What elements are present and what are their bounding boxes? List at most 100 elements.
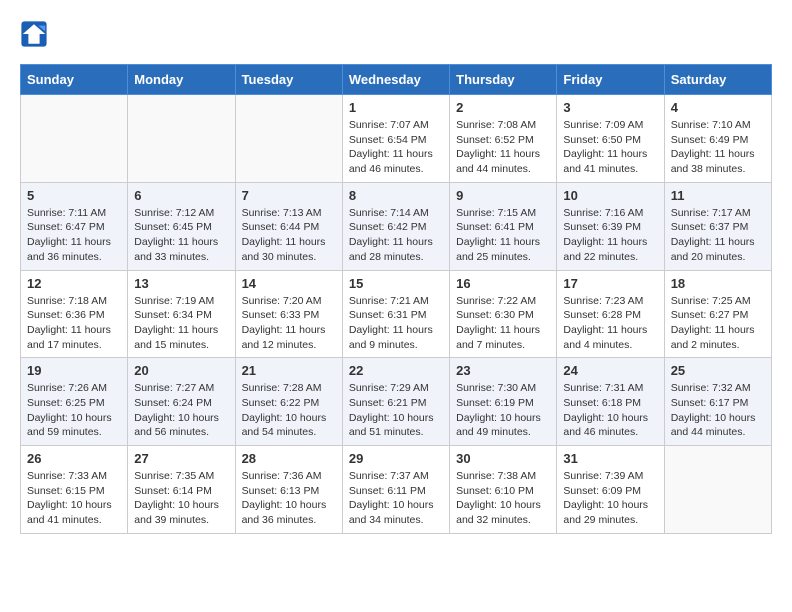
day-info: Sunrise: 7:13 AM Sunset: 6:44 PM Dayligh… xyxy=(242,206,336,265)
day-info: Sunrise: 7:14 AM Sunset: 6:42 PM Dayligh… xyxy=(349,206,443,265)
day-number: 29 xyxy=(349,451,443,466)
day-info: Sunrise: 7:27 AM Sunset: 6:24 PM Dayligh… xyxy=(134,381,228,440)
calendar-cell: 13 Sunrise: 7:19 AM Sunset: 6:34 PM Dayli… xyxy=(128,270,235,358)
day-number: 6 xyxy=(134,188,228,203)
day-number: 17 xyxy=(563,276,657,291)
logo-icon xyxy=(20,20,48,48)
calendar-cell xyxy=(128,95,235,183)
day-info: Sunrise: 7:38 AM Sunset: 6:10 PM Dayligh… xyxy=(456,469,550,528)
day-info: Sunrise: 7:12 AM Sunset: 6:45 PM Dayligh… xyxy=(134,206,228,265)
day-number: 27 xyxy=(134,451,228,466)
calendar-cell: 25 Sunrise: 7:32 AM Sunset: 6:17 PM Dayli… xyxy=(664,358,771,446)
calendar-cell: 20 Sunrise: 7:27 AM Sunset: 6:24 PM Dayli… xyxy=(128,358,235,446)
calendar-cell: 27 Sunrise: 7:35 AM Sunset: 6:14 PM Dayli… xyxy=(128,446,235,534)
calendar-cell: 1 Sunrise: 7:07 AM Sunset: 6:54 PM Daylig… xyxy=(342,95,449,183)
calendar-cell: 15 Sunrise: 7:21 AM Sunset: 6:31 PM Dayli… xyxy=(342,270,449,358)
day-number: 21 xyxy=(242,363,336,378)
day-info: Sunrise: 7:17 AM Sunset: 6:37 PM Dayligh… xyxy=(671,206,765,265)
day-info: Sunrise: 7:33 AM Sunset: 6:15 PM Dayligh… xyxy=(27,469,121,528)
day-number: 16 xyxy=(456,276,550,291)
calendar-cell xyxy=(235,95,342,183)
day-info: Sunrise: 7:36 AM Sunset: 6:13 PM Dayligh… xyxy=(242,469,336,528)
day-info: Sunrise: 7:18 AM Sunset: 6:36 PM Dayligh… xyxy=(27,294,121,353)
logo xyxy=(20,20,50,48)
day-info: Sunrise: 7:07 AM Sunset: 6:54 PM Dayligh… xyxy=(349,118,443,177)
day-number: 2 xyxy=(456,100,550,115)
calendar-cell: 19 Sunrise: 7:26 AM Sunset: 6:25 PM Dayli… xyxy=(21,358,128,446)
day-info: Sunrise: 7:25 AM Sunset: 6:27 PM Dayligh… xyxy=(671,294,765,353)
day-info: Sunrise: 7:32 AM Sunset: 6:17 PM Dayligh… xyxy=(671,381,765,440)
day-number: 18 xyxy=(671,276,765,291)
calendar-cell: 24 Sunrise: 7:31 AM Sunset: 6:18 PM Dayli… xyxy=(557,358,664,446)
day-info: Sunrise: 7:19 AM Sunset: 6:34 PM Dayligh… xyxy=(134,294,228,353)
day-info: Sunrise: 7:30 AM Sunset: 6:19 PM Dayligh… xyxy=(456,381,550,440)
day-number: 8 xyxy=(349,188,443,203)
day-number: 25 xyxy=(671,363,765,378)
calendar-cell: 11 Sunrise: 7:17 AM Sunset: 6:37 PM Dayli… xyxy=(664,182,771,270)
calendar-cell: 3 Sunrise: 7:09 AM Sunset: 6:50 PM Daylig… xyxy=(557,95,664,183)
col-header-monday: Monday xyxy=(128,65,235,95)
col-header-tuesday: Tuesday xyxy=(235,65,342,95)
calendar-cell: 29 Sunrise: 7:37 AM Sunset: 6:11 PM Dayli… xyxy=(342,446,449,534)
day-number: 19 xyxy=(27,363,121,378)
calendar-cell: 16 Sunrise: 7:22 AM Sunset: 6:30 PM Dayli… xyxy=(450,270,557,358)
calendar-cell xyxy=(664,446,771,534)
day-number: 11 xyxy=(671,188,765,203)
page-header xyxy=(20,20,772,48)
col-header-friday: Friday xyxy=(557,65,664,95)
col-header-thursday: Thursday xyxy=(450,65,557,95)
calendar-cell: 12Sunrise: 7:18 AM Sunset: 6:36 PM Dayli… xyxy=(21,270,128,358)
day-info: Sunrise: 7:37 AM Sunset: 6:11 PM Dayligh… xyxy=(349,469,443,528)
calendar-cell: 30 Sunrise: 7:38 AM Sunset: 6:10 PM Dayli… xyxy=(450,446,557,534)
calendar-cell: 4 Sunrise: 7:10 AM Sunset: 6:49 PM Daylig… xyxy=(664,95,771,183)
day-number: 26 xyxy=(27,451,121,466)
day-number: 3 xyxy=(563,100,657,115)
day-number: 13 xyxy=(134,276,228,291)
day-number: 1 xyxy=(349,100,443,115)
day-number: 7 xyxy=(242,188,336,203)
calendar-cell xyxy=(21,95,128,183)
day-info: Sunrise: 7:09 AM Sunset: 6:50 PM Dayligh… xyxy=(563,118,657,177)
day-info: Sunrise: 7:22 AM Sunset: 6:30 PM Dayligh… xyxy=(456,294,550,353)
calendar-cell: 5Sunrise: 7:11 AM Sunset: 6:47 PM Daylig… xyxy=(21,182,128,270)
day-info: Sunrise: 7:21 AM Sunset: 6:31 PM Dayligh… xyxy=(349,294,443,353)
calendar-cell: 22Sunrise: 7:29 AM Sunset: 6:21 PM Dayli… xyxy=(342,358,449,446)
calendar-cell: 23 Sunrise: 7:30 AM Sunset: 6:19 PM Dayli… xyxy=(450,358,557,446)
day-info: Sunrise: 7:15 AM Sunset: 6:41 PM Dayligh… xyxy=(456,206,550,265)
calendar-cell: 7 Sunrise: 7:13 AM Sunset: 6:44 PM Daylig… xyxy=(235,182,342,270)
day-info: Sunrise: 7:26 AM Sunset: 6:25 PM Dayligh… xyxy=(27,381,121,440)
day-number: 14 xyxy=(242,276,336,291)
calendar-cell: 9 Sunrise: 7:15 AM Sunset: 6:41 PM Daylig… xyxy=(450,182,557,270)
day-info: Sunrise: 7:31 AM Sunset: 6:18 PM Dayligh… xyxy=(563,381,657,440)
calendar: SundayMondayTuesdayWednesdayThursdayFrid… xyxy=(20,64,772,534)
calendar-cell: 2 Sunrise: 7:08 AM Sunset: 6:52 PM Daylig… xyxy=(450,95,557,183)
day-number: 24 xyxy=(563,363,657,378)
calendar-cell: 8 Sunrise: 7:14 AM Sunset: 6:42 PM Daylig… xyxy=(342,182,449,270)
day-number: 10 xyxy=(563,188,657,203)
day-info: Sunrise: 7:20 AM Sunset: 6:33 PM Dayligh… xyxy=(242,294,336,353)
day-number: 23 xyxy=(456,363,550,378)
calendar-cell: 31 Sunrise: 7:39 AM Sunset: 6:09 PM Dayli… xyxy=(557,446,664,534)
day-info: Sunrise: 7:39 AM Sunset: 6:09 PM Dayligh… xyxy=(563,469,657,528)
col-header-saturday: Saturday xyxy=(664,65,771,95)
day-number: 30 xyxy=(456,451,550,466)
day-number: 31 xyxy=(563,451,657,466)
day-number: 15 xyxy=(349,276,443,291)
calendar-cell: 10 Sunrise: 7:16 AM Sunset: 6:39 PM Dayli… xyxy=(557,182,664,270)
calendar-cell: 14 Sunrise: 7:20 AM Sunset: 6:33 PM Dayli… xyxy=(235,270,342,358)
day-info: Sunrise: 7:10 AM Sunset: 6:49 PM Dayligh… xyxy=(671,118,765,177)
day-number: 22 xyxy=(349,363,443,378)
day-number: 9 xyxy=(456,188,550,203)
day-info: Sunrise: 7:16 AM Sunset: 6:39 PM Dayligh… xyxy=(563,206,657,265)
day-number: 20 xyxy=(134,363,228,378)
calendar-cell: 28Sunrise: 7:36 AM Sunset: 6:13 PM Dayli… xyxy=(235,446,342,534)
day-info: Sunrise: 7:35 AM Sunset: 6:14 PM Dayligh… xyxy=(134,469,228,528)
col-header-wednesday: Wednesday xyxy=(342,65,449,95)
calendar-cell: 17Sunrise: 7:23 AM Sunset: 6:28 PM Dayli… xyxy=(557,270,664,358)
calendar-cell: 21Sunrise: 7:28 AM Sunset: 6:22 PM Dayli… xyxy=(235,358,342,446)
calendar-cell: 6 Sunrise: 7:12 AM Sunset: 6:45 PM Daylig… xyxy=(128,182,235,270)
day-number: 5 xyxy=(27,188,121,203)
calendar-cell: 26 Sunrise: 7:33 AM Sunset: 6:15 PM Dayli… xyxy=(21,446,128,534)
day-number: 4 xyxy=(671,100,765,115)
day-info: Sunrise: 7:08 AM Sunset: 6:52 PM Dayligh… xyxy=(456,118,550,177)
